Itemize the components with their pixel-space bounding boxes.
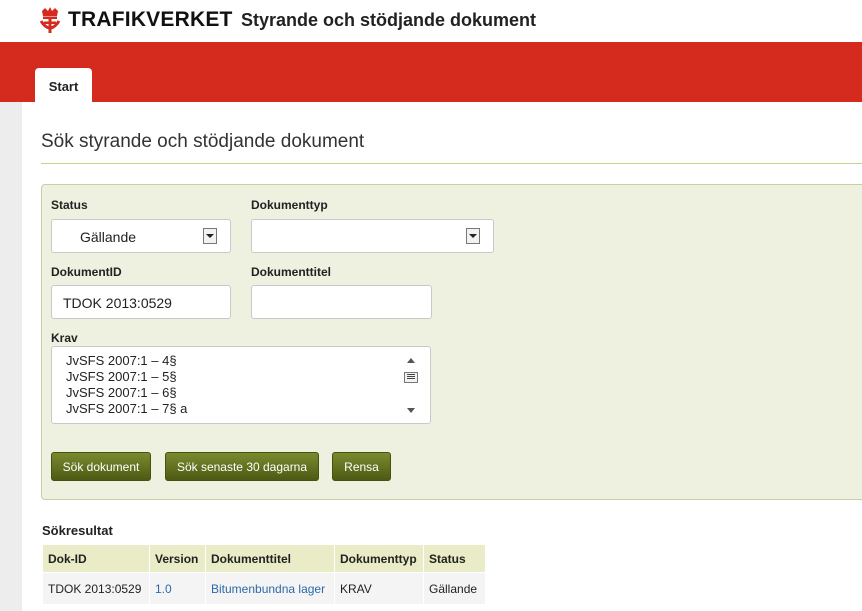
- status-value: Gällande: [80, 229, 137, 245]
- trafikverket-logo[interactable]: TRAFIKVERKET: [38, 4, 233, 36]
- doctype-select[interactable]: [251, 219, 494, 253]
- scroll-down-icon[interactable]: [407, 408, 415, 413]
- krav-option[interactable]: JvSFS 2007:1 – 7§ a: [66, 401, 187, 417]
- chevron-down-icon[interactable]: [466, 228, 480, 244]
- column-header-version: Version: [149, 544, 206, 573]
- cell-status: Gällande: [423, 572, 486, 605]
- status-label: Status: [51, 198, 88, 212]
- document-title-link[interactable]: Bitumenbundna lager: [205, 572, 335, 605]
- scroll-up-icon[interactable]: [407, 358, 415, 363]
- krav-option[interactable]: JvSFS 2007:1 – 4§: [66, 353, 177, 369]
- column-header-status: Status: [423, 544, 486, 573]
- logo-text: TRAFIKVERKET: [68, 8, 233, 31]
- tab-start[interactable]: Start: [35, 68, 92, 102]
- doctitle-input[interactable]: [251, 285, 432, 319]
- cell-dok-id: TDOK 2013:0529: [42, 572, 150, 605]
- scroll-thumb[interactable]: [404, 372, 418, 383]
- column-header-dokumenttyp: Dokumenttyp: [334, 544, 424, 573]
- status-select[interactable]: Gällande: [51, 219, 231, 253]
- results-title: Sökresultat: [42, 523, 113, 538]
- column-header-dok-id: Dok-ID: [42, 544, 150, 573]
- top-bar: TRAFIKVERKET Styrande och stödjande doku…: [0, 0, 862, 42]
- version-link[interactable]: 1.0: [149, 572, 206, 605]
- page-title: Sök styrande och stödjande dokument: [41, 131, 365, 152]
- docid-label: DokumentID: [51, 265, 122, 279]
- krav-option[interactable]: JvSFS 2007:1 – 5§: [66, 369, 177, 385]
- trafikverket-crown-icon: [39, 7, 61, 33]
- doctitle-label: Dokumenttitel: [251, 265, 332, 279]
- results-table: Dok-ID Version Dokumenttitel Dokumenttyp…: [42, 544, 486, 605]
- app-title: Styrande och stödjande dokument: [241, 10, 537, 30]
- cell-dokumenttyp: KRAV: [334, 572, 424, 605]
- search-30-days-button[interactable]: Sök senaste 30 dagarna: [165, 452, 319, 481]
- doctype-label: Dokumenttyp: [251, 198, 328, 212]
- search-button[interactable]: Sök dokument: [51, 452, 151, 481]
- krav-label: Krav: [51, 331, 78, 345]
- table-row: TDOK 2013:0529 1.0 Bitumenbundna lager K…: [42, 572, 486, 605]
- results-header-row: Dok-ID Version Dokumenttitel Dokumenttyp…: [42, 544, 486, 573]
- docid-value: TDOK 2013:0529: [63, 295, 172, 311]
- krav-option[interactable]: JvSFS 2007:1 – 6§: [66, 385, 177, 401]
- chevron-down-icon[interactable]: [203, 228, 217, 244]
- title-divider: [41, 163, 862, 164]
- docid-input[interactable]: TDOK 2013:0529: [51, 285, 231, 319]
- krav-listbox[interactable]: JvSFS 2007:1 – 4§ JvSFS 2007:1 – 5§ JvSF…: [51, 346, 431, 424]
- clear-button[interactable]: Rensa: [332, 452, 391, 481]
- column-header-dokumenttitel: Dokumenttitel: [205, 544, 335, 573]
- krav-scrollbar[interactable]: [404, 353, 418, 417]
- brand-band: [0, 42, 862, 102]
